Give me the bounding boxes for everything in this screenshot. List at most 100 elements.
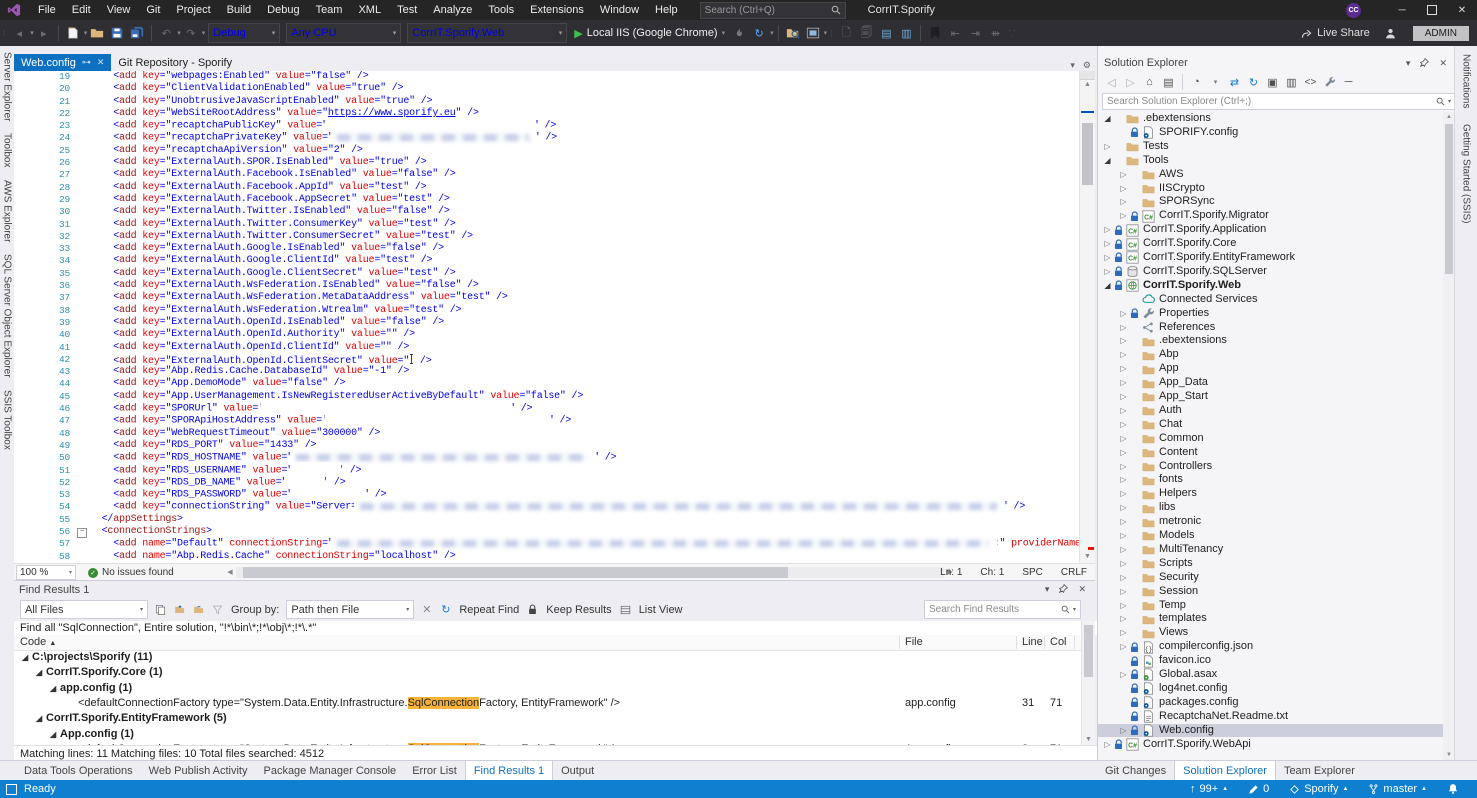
solution-tree[interactable]: ◢.ebextensionsSPORIFY.config▷Tests◢Tools… (1098, 112, 1448, 760)
expand-expander-icon[interactable]: ▷ (1118, 612, 1129, 626)
expand-expander-icon[interactable]: ▷ (1102, 140, 1113, 154)
list-view-icon[interactable] (617, 601, 634, 618)
tree-item-auth[interactable]: ▷Auth (1098, 404, 1448, 418)
keep-results-label[interactable]: Keep Results (546, 604, 611, 616)
uncomment-icon[interactable]: ▥ (897, 24, 915, 42)
navigate-forward-icon[interactable]: ▸ (35, 24, 53, 42)
menu-team[interactable]: Team (308, 0, 351, 20)
tree-item-fonts[interactable]: ▷fonts (1098, 473, 1448, 487)
editor-vertical-scrollbar[interactable]: ▲ ▼ (1079, 71, 1095, 563)
tree-item-session[interactable]: ▷Session (1098, 585, 1448, 599)
tree-item-connected-services[interactable]: Connected Services (1098, 293, 1448, 307)
maximize-button[interactable] (1417, 0, 1447, 20)
tree-item-aws[interactable]: ▷AWS (1098, 168, 1448, 182)
collapse-expander-icon[interactable]: ◢ (50, 727, 60, 742)
expand-expander-icon[interactable]: ▷ (1118, 543, 1129, 557)
clear-bookmarks-icon[interactable]: ⇻ (986, 24, 1004, 42)
toolbar-grip[interactable]: ⁞ (3, 29, 6, 38)
menu-build[interactable]: Build (219, 0, 259, 20)
find-result-row[interactable]: <defaultConnectionFactory type="System.D… (14, 696, 1095, 711)
fold-collapse-box[interactable]: − (77, 528, 87, 538)
expand-expander-icon[interactable]: ▷ (1118, 460, 1129, 474)
tree-item-tools[interactable]: ◢Tools (1098, 154, 1448, 168)
tree-item-views[interactable]: ▷Views (1098, 626, 1448, 640)
feedback-icon[interactable] (1384, 27, 1397, 40)
pending-changes-filter-icon[interactable]: ◔ (1188, 74, 1205, 91)
explorer-tab-team-explorer[interactable]: Team Explorer (1276, 761, 1363, 780)
hot-reload-icon[interactable] (730, 24, 748, 42)
tree-item-corrit-sporify-application[interactable]: ▷C#CorrIT.Sporify.Application (1098, 223, 1448, 237)
find-results-title-bar[interactable]: Find Results 1 ▾ ✕ (14, 581, 1095, 598)
tree-item-content[interactable]: ▷Content (1098, 446, 1448, 460)
navigate-back-icon[interactable]: ◂ (10, 24, 28, 42)
menu-window[interactable]: Window (592, 0, 647, 20)
next-bookmark-icon[interactable]: ⇥ (966, 24, 984, 42)
code-editor[interactable]: 19 <add key="webpages:Enabled" value="fa… (14, 71, 1095, 563)
tree-item-temp[interactable]: ▷Temp (1098, 599, 1448, 613)
tree-item-sporify-config[interactable]: SPORIFY.config (1098, 126, 1448, 140)
comment-icon[interactable]: ▤ (877, 24, 895, 42)
tree-item-abp[interactable]: ▷Abp (1098, 348, 1448, 362)
start-debugging-button[interactable]: ▶ Local IIS (Google Chrome) ▾ (574, 27, 725, 40)
tree-item-corrit-sporify-webapi[interactable]: ▷C#CorrIT.Sporify.WebApi (1098, 738, 1448, 752)
bottom-tab-output[interactable]: Output (553, 761, 602, 780)
menu-test[interactable]: Test (389, 0, 425, 20)
tab-well-dropdown-icon[interactable]: ▾ (1070, 60, 1075, 71)
open-folder-icon[interactable] (88, 24, 106, 42)
collapse-expander-icon[interactable]: ◢ (1102, 154, 1113, 168)
bottom-tab-data-tools-operations[interactable]: Data Tools Operations (16, 761, 141, 780)
minimize-button[interactable]: ─ (1387, 0, 1417, 20)
tree-item-tests[interactable]: ▷Tests (1098, 140, 1448, 154)
expand-expander-icon[interactable]: ▷ (1118, 334, 1129, 348)
quick-search-box[interactable]: Search (Ctrl+Q) (700, 2, 846, 19)
zoom-level-dropdown[interactable]: 100 %▾ (16, 565, 76, 580)
expand-expander-icon[interactable]: ▷ (1118, 515, 1129, 529)
expand-expander-icon[interactable]: ▷ (1118, 473, 1129, 487)
find-result-group[interactable]: ◢CorrIT.Sporify.EntityFramework (5) (14, 711, 1095, 726)
clear-icon[interactable]: ✕ (418, 601, 435, 618)
tree-item-corrit-sporify-entityframework[interactable]: ▷C#CorrIT.Sporify.EntityFramework (1098, 251, 1448, 265)
scroll-down-icon[interactable]: ▼ (1082, 734, 1095, 745)
expand-expander-icon[interactable]: ▷ (1118, 585, 1129, 599)
tree-item-corrit-sporify-sqlserver[interactable]: ▷CorrIT.Sporify.SQLServer (1098, 265, 1448, 279)
expand-expander-icon[interactable]: ▷ (1118, 432, 1129, 446)
expand-expander-icon[interactable]: ▷ (1118, 724, 1129, 738)
scrollbar-thumb[interactable] (1084, 625, 1093, 677)
menu-help[interactable]: Help (647, 0, 686, 20)
results-scrollbar[interactable]: ▼ (1081, 621, 1095, 745)
paste-icon[interactable]: 🗐 (857, 24, 875, 42)
explorer-tab-solution-explorer[interactable]: Solution Explorer (1174, 761, 1276, 780)
back-icon[interactable]: ◁ (1103, 74, 1120, 91)
bottom-tab-error-list[interactable]: Error List (404, 761, 465, 780)
tree-item-scripts[interactable]: ▷Scripts (1098, 557, 1448, 571)
properties-icon[interactable] (1321, 74, 1338, 91)
menu-git[interactable]: Git (138, 0, 168, 20)
side-tab-notifications[interactable]: Notifications (1457, 46, 1476, 116)
switch-views-icon[interactable]: ▤ (1160, 74, 1177, 91)
menu-project[interactable]: Project (168, 0, 218, 20)
menu-edit[interactable]: Edit (64, 0, 99, 20)
scroll-up-icon[interactable]: ▲ (1080, 79, 1095, 91)
expand-expander-icon[interactable]: ▷ (1102, 265, 1113, 279)
window-position-icon[interactable]: ▾ (1045, 584, 1050, 595)
expand-expander-icon[interactable]: ▷ (1118, 168, 1129, 182)
tree-item-compilerconfig-json[interactable]: ▷{}compilerconfig.json (1098, 640, 1448, 654)
editor-horizontal-scrollbar[interactable]: ◀ ▶ (225, 567, 955, 578)
collapse-expander-icon[interactable]: ◢ (36, 665, 46, 680)
expand-expander-icon[interactable]: ▷ (1118, 362, 1129, 376)
find-result-group[interactable]: ◢app.config (1) (14, 681, 1095, 696)
save-icon[interactable] (108, 24, 126, 42)
menu-extensions[interactable]: Extensions (522, 0, 592, 20)
tree-item--ebextensions[interactable]: ▷.ebextensions (1098, 334, 1448, 348)
side-tab-ssis-toolbox[interactable]: SSIS Toolbox (1, 384, 14, 456)
tree-item-templates[interactable]: ▷templates (1098, 612, 1448, 626)
startup-project-dropdown[interactable]: CorrIT.Sporify.Web▾ (407, 23, 567, 43)
view-code-icon[interactable]: <> (1302, 74, 1319, 91)
menu-tools[interactable]: Tools (480, 0, 522, 20)
show-all-files-icon[interactable]: ▥ (1283, 74, 1300, 91)
repeat-find-icon[interactable]: ↻ (437, 601, 454, 618)
browser-link-icon[interactable] (804, 24, 822, 42)
collapse-expander-icon[interactable]: ◢ (22, 650, 32, 665)
notifications-bell[interactable] (1437, 780, 1469, 798)
collapse-expander-icon[interactable]: ◢ (1102, 279, 1113, 293)
